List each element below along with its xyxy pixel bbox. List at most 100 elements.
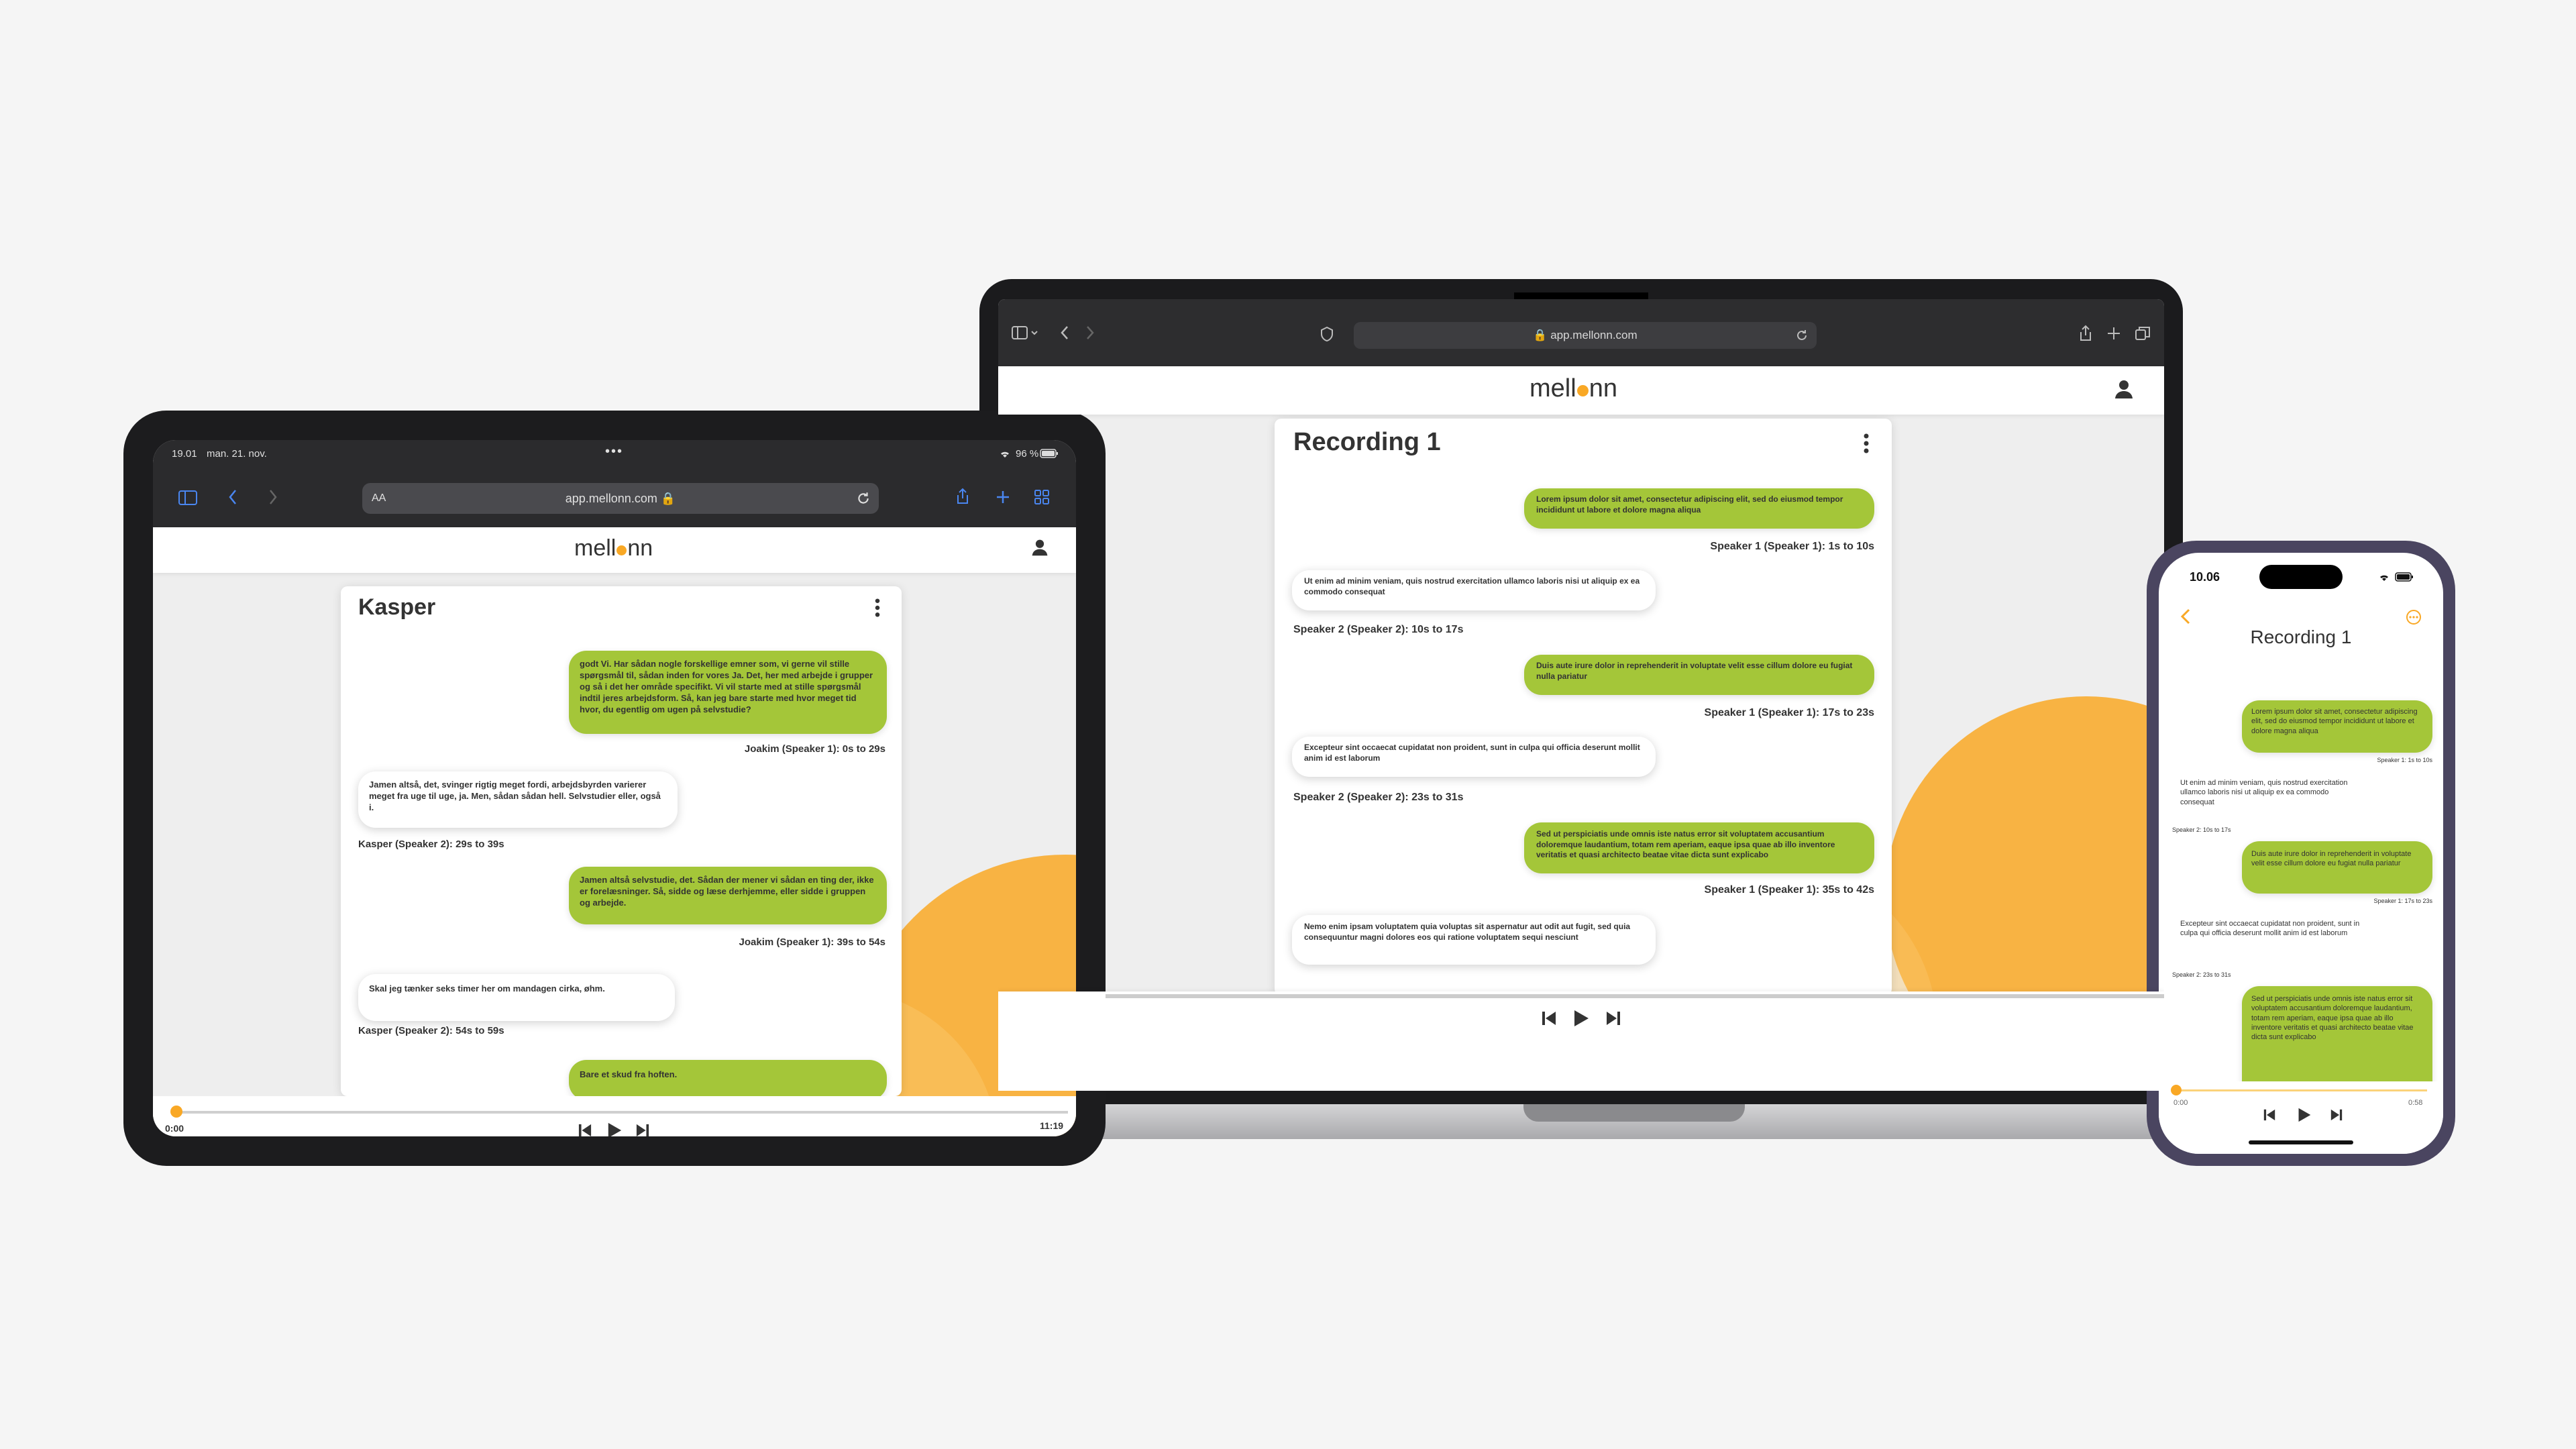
battery-icon <box>2395 572 2414 582</box>
message-bubble-speaker-1: Duis aute irure dolor in reprehenderit i… <box>2242 841 2432 894</box>
sidebar-icon[interactable] <box>178 490 197 506</box>
share-icon[interactable] <box>2078 325 2093 342</box>
speaker-label: Joakim (Speaker 1): 39s to 54s <box>739 936 885 948</box>
chevron-left-icon[interactable] <box>2180 608 2191 625</box>
phone-device: 10.06 Recording 1 Lorem ipsum dolor sit … <box>2147 541 2455 1166</box>
home-indicator[interactable] <box>2249 1140 2353 1144</box>
url-text: app.mellonn.com <box>565 492 657 505</box>
speaker-label: Speaker 1 (Speaker 1): 35s to 42s <box>1704 884 1874 896</box>
speaker-label: Speaker 1: 17s to 23s <box>2373 898 2432 904</box>
logo[interactable]: mell nn <box>574 535 653 561</box>
skip-back-icon[interactable] <box>578 1123 592 1136</box>
total-time: 11:19 <box>1040 1120 1064 1131</box>
status-time: 19.01 <box>172 448 197 460</box>
play-icon[interactable] <box>606 1122 623 1136</box>
address-bar[interactable]: 🔒 app.mellonn.com <box>1354 322 1817 349</box>
message-bubble-speaker-2: Excepteur sint occaecat cupidatat non pr… <box>1292 737 1656 777</box>
wifi-icon <box>2377 572 2391 582</box>
status-date: man. 21. nov. <box>207 448 267 460</box>
plus-icon[interactable] <box>996 490 1010 504</box>
plus-icon[interactable] <box>2106 326 2121 341</box>
phone-screen: 10.06 Recording 1 Lorem ipsum dolor sit … <box>2159 553 2443 1154</box>
message-bubble-speaker-1: Bare et skud fra hoften. <box>569 1060 887 1096</box>
progress-track[interactable] <box>2176 1089 2427 1091</box>
recording-title: Recording 1 <box>2250 627 2352 647</box>
dynamic-island <box>2259 565 2343 589</box>
phone-frame: 10.06 Recording 1 Lorem ipsum dolor sit … <box>2147 541 2455 1166</box>
laptop-device: 🔒 app.mellonn.com mell nn Recording 1 Lor… <box>953 279 2210 1166</box>
user-icon[interactable] <box>1030 538 1049 557</box>
app-header: mell nn <box>998 366 2164 415</box>
logo[interactable]: mell nn <box>1529 374 1617 403</box>
lock-icon: 🔒 <box>1533 329 1551 341</box>
transcript-card: Recording 1 Lorem ipsum dolor sit amet, … <box>1275 419 1892 996</box>
reload-icon[interactable] <box>1795 329 1809 342</box>
shield-icon[interactable] <box>1320 326 1334 342</box>
play-icon[interactable] <box>2297 1107 2312 1123</box>
skip-forward-icon[interactable] <box>1606 1010 1621 1026</box>
message-bubble-speaker-2: Skal jeg tænker seks timer her om mandag… <box>358 974 675 1021</box>
speaker-label: Joakim (Speaker 1): 0s to 29s <box>744 743 885 755</box>
speaker-label: Speaker 1 (Speaker 1): 17s to 23s <box>1704 707 1874 718</box>
laptop-screen: 🔒 app.mellonn.com mell nn Recording 1 Lor… <box>998 299 2164 1091</box>
more-circle-icon[interactable] <box>2406 609 2422 625</box>
message-bubble-speaker-1: Jamen altså selvstudie, det. Sådan der m… <box>569 867 887 924</box>
audio-player: 0:00 11:19 <box>153 1096 1076 1136</box>
reload-icon[interactable] <box>856 491 871 506</box>
play-icon[interactable] <box>1572 1009 1590 1028</box>
audio-player: 0:00 0:58 <box>2159 1081 2443 1154</box>
more-vertical-icon[interactable] <box>875 598 880 617</box>
recording-title: Kasper <box>358 594 436 620</box>
speaker-label: Kasper (Speaker 2): 29s to 39s <box>358 839 504 850</box>
app-header: mell nn <box>153 527 1076 573</box>
message-bubble-speaker-1: Sed ut perspiciatis unde omnis iste natu… <box>1524 822 1874 873</box>
speaker-label: Speaker 1 (Speaker 1): 1s to 10s <box>1710 541 1874 552</box>
tablet-frame: 19.01 man. 21. nov. ••• 96 % AA app.mell… <box>123 411 1106 1166</box>
battery-icon <box>1040 448 1059 459</box>
status-time: 10.06 <box>2190 570 2220 584</box>
message-bubble-speaker-1: Lorem ipsum dolor sit amet, consectetur … <box>1524 488 1874 529</box>
laptop-opening <box>1523 1104 1745 1122</box>
recording-title: Recording 1 <box>1293 428 1441 456</box>
message-bubble-speaker-1: Duis aute irure dolor in reprehenderit i… <box>1524 655 1874 695</box>
progress-track[interactable] <box>1106 994 2164 998</box>
progress-track[interactable] <box>176 1111 1068 1114</box>
speaker-label: Speaker 2 (Speaker 2): 10s to 17s <box>1293 624 1464 635</box>
page-body: Kasper godt Vi. Har sådan nogle forskell… <box>153 573 1076 1136</box>
user-icon[interactable] <box>2113 378 2135 400</box>
url-text: app.mellonn.com <box>1550 329 1638 341</box>
skip-forward-icon[interactable] <box>2330 1108 2343 1122</box>
audio-player <box>998 991 2164 1091</box>
message-bubble-speaker-1: Sed ut perspiciatis unde omnis iste natu… <box>2242 986 2432 1093</box>
lock-icon: 🔒 <box>657 492 676 505</box>
address-bar[interactable]: AA app.mellonn.com 🔒 <box>362 483 879 514</box>
more-vertical-icon[interactable] <box>1864 433 1869 453</box>
status-bar: 19.01 man. 21. nov. ••• 96 % <box>153 440 1076 467</box>
transcript-card: Kasper godt Vi. Har sådan nogle forskell… <box>341 586 902 1096</box>
speaker-label: Kasper (Speaker 2): 54s to 59s <box>358 1025 504 1036</box>
wifi-icon <box>998 448 1012 459</box>
skip-back-icon[interactable] <box>2263 1108 2275 1122</box>
skip-back-icon[interactable] <box>1542 1010 1556 1026</box>
tablet-device: 19.01 man. 21. nov. ••• 96 % AA app.mell… <box>123 411 1106 1166</box>
text-size-button[interactable]: AA <box>372 483 386 514</box>
back-icon[interactable] <box>1060 325 1069 341</box>
browser-toolbar: AA app.mellonn.com 🔒 <box>153 467 1076 527</box>
forward-icon[interactable] <box>268 488 278 506</box>
browser-toolbar: 🔒 app.mellonn.com <box>998 299 2164 366</box>
progress-thumb[interactable] <box>2171 1085 2182 1095</box>
speaker-label: Speaker 2: 23s to 31s <box>2172 971 2231 978</box>
message-bubble-speaker-2: Excepteur sint occaecat cupidatat non pr… <box>2171 912 2369 967</box>
sidebar-icon[interactable] <box>1012 325 1038 341</box>
tabs-icon[interactable] <box>2135 326 2151 341</box>
share-icon[interactable] <box>955 487 970 506</box>
skip-forward-icon[interactable] <box>636 1123 649 1136</box>
message-bubble-speaker-1: godt Vi. Har sådan nogle forskellige emn… <box>569 651 887 734</box>
speaker-label: Speaker 1: 1s to 10s <box>2377 757 2432 763</box>
message-bubble-speaker-1: Lorem ipsum dolor sit amet, consectetur … <box>2242 700 2432 753</box>
forward-icon[interactable] <box>1085 325 1095 341</box>
multitasking-dots[interactable]: ••• <box>605 444 623 460</box>
progress-thumb[interactable] <box>170 1106 182 1118</box>
tabs-icon[interactable] <box>1034 490 1049 504</box>
back-icon[interactable] <box>228 488 237 506</box>
